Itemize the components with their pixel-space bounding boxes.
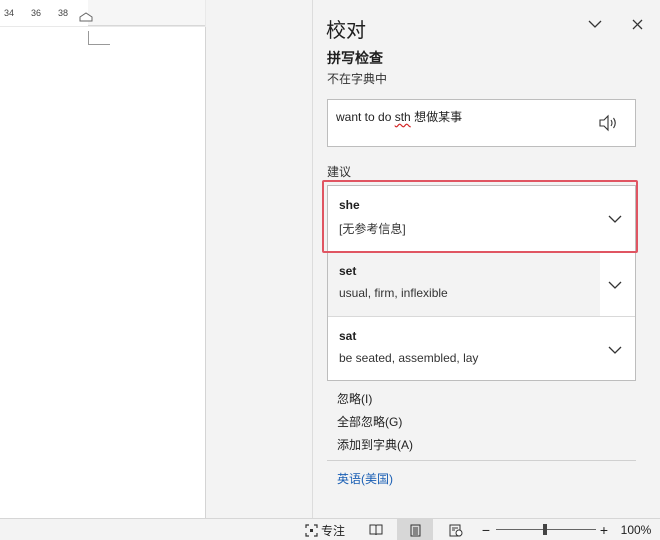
zoom-slider[interactable] [496,519,596,540]
zoom-level[interactable]: 100% [616,519,656,540]
language-link[interactable]: 英语(美国) [337,470,393,487]
add-to-dictionary-button[interactable]: 添加到字典(A) [337,436,413,453]
read-mode-button[interactable] [366,519,386,540]
ignore-button[interactable]: 忽略(I) [337,390,372,407]
print-layout-button[interactable] [397,519,433,540]
suggestion-meaning: usual, firm, inflexible [339,286,448,300]
context-before: want to do [336,110,395,124]
document-area: 34 36 38 [0,0,312,518]
right-indent-marker-icon[interactable] [79,12,93,22]
book-icon [369,524,383,536]
status-bar: 专注 − + 100% [0,518,660,540]
suggestion-item[interactable]: set usual, firm, inflexible [328,251,635,316]
suggestion-word: set [339,264,357,278]
hover-background [328,252,600,316]
chevron-down-icon[interactable] [607,279,623,291]
suggestion-meaning: be seated, assembled, lay [339,351,479,365]
web-layout-icon [449,524,463,536]
suggestion-word: she [339,198,360,212]
horizontal-ruler[interactable]: 34 36 38 [0,0,205,26]
ignore-all-button[interactable]: 全部忽略(G) [337,413,402,430]
page-gutter [206,0,312,518]
proofing-pane: 校对 拼写检查 不在字典中 want to do sth 想做某事 建议 she… [312,0,660,518]
chevron-down-icon[interactable] [607,344,623,356]
suggestion-item[interactable]: sat be seated, assembled, lay [328,316,635,381]
chevron-down-icon [588,20,602,28]
misspelled-word: sth [394,110,411,124]
pane-options-button[interactable] [583,14,607,34]
close-icon [632,19,642,29]
chevron-down-icon[interactable] [607,213,623,225]
suggestions-label: 建议 [327,165,352,179]
divider [327,460,636,461]
suggestion-word: sat [339,329,357,343]
focus-icon [305,523,318,537]
focus-mode-button[interactable]: 专注 [302,519,348,540]
speaker-icon[interactable] [597,113,619,133]
suggestions-list: she [无参考信息] set usual, firm, inflexible … [327,185,636,381]
ruler-tick-label: 38 [58,8,69,18]
section-title: 拼写检查 [327,50,383,66]
document-page[interactable] [0,27,206,518]
suggestion-item[interactable]: she [无参考信息] [328,186,635,251]
ruler-tick-label: 36 [31,8,42,18]
context-after: 想做某事 [410,110,463,124]
suggestion-meaning: [无参考信息] [339,222,406,236]
zoom-thumb[interactable] [543,524,547,535]
error-context-text: want to do sth 想做某事 [336,108,462,125]
ruler-tick-label: 34 [4,8,15,18]
margin-corner-mark [88,31,110,45]
web-layout-button[interactable] [446,519,466,540]
page-icon [410,524,420,536]
error-description: 不在字典中 [327,72,388,86]
focus-label: 专注 [320,523,345,538]
close-pane-button[interactable] [626,14,648,34]
zoom-out-button[interactable]: − [480,519,492,540]
zoom-in-button[interactable]: + [598,519,610,540]
pane-title: 校对 [326,20,366,42]
error-context-box: want to do sth 想做某事 [327,99,636,147]
